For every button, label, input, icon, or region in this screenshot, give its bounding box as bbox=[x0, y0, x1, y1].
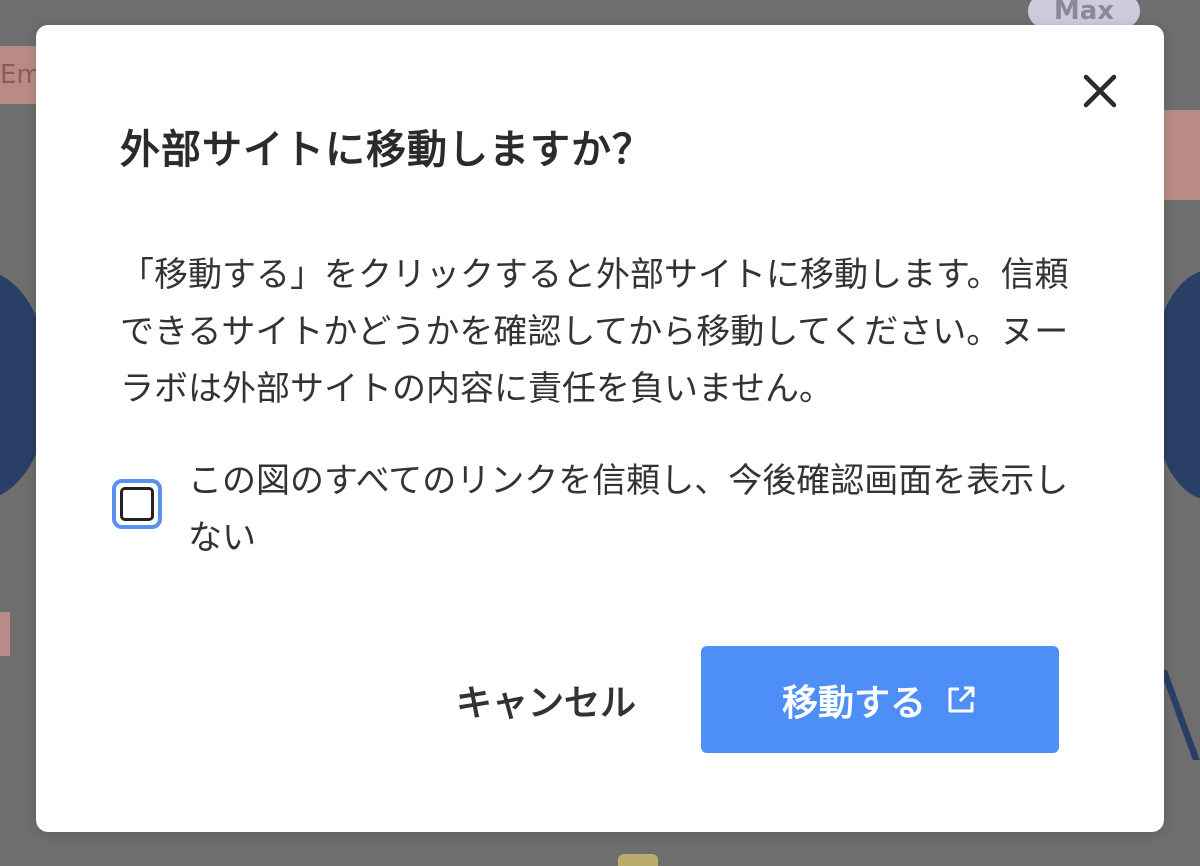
dialog-message: 「移動する」をクリックすると外部サイトに移動します。信頼できるサイトかどうかを確… bbox=[120, 255, 1069, 409]
background-shape bbox=[1160, 670, 1200, 760]
confirm-move-label: 移動する bbox=[781, 682, 926, 724]
dialog-title: 外部サイトに移動しますか？ bbox=[120, 127, 653, 173]
close-button[interactable] bbox=[1080, 71, 1120, 111]
background-badge: Max bbox=[1028, 0, 1140, 28]
background-shape bbox=[618, 854, 658, 866]
background-shape bbox=[0, 612, 10, 656]
cancel-button[interactable]: キャンセル bbox=[436, 647, 656, 753]
external-link-dialog: 外部サイトに移動しますか？ 「移動する」をクリックすると外部サイトに移動します。… bbox=[36, 25, 1164, 832]
background-shape bbox=[1164, 110, 1200, 200]
close-icon bbox=[1083, 74, 1117, 108]
trust-links-checkbox[interactable] bbox=[112, 479, 162, 529]
background-tag: Em bbox=[0, 46, 42, 104]
external-link-icon bbox=[948, 686, 975, 712]
checkbox-box bbox=[120, 487, 154, 521]
trust-links-checkbox-label[interactable]: この図のすべてのリンクを信頼し、今後確認画面を表示しない bbox=[188, 453, 1088, 567]
confirm-move-button[interactable]: 移動する bbox=[701, 646, 1059, 753]
